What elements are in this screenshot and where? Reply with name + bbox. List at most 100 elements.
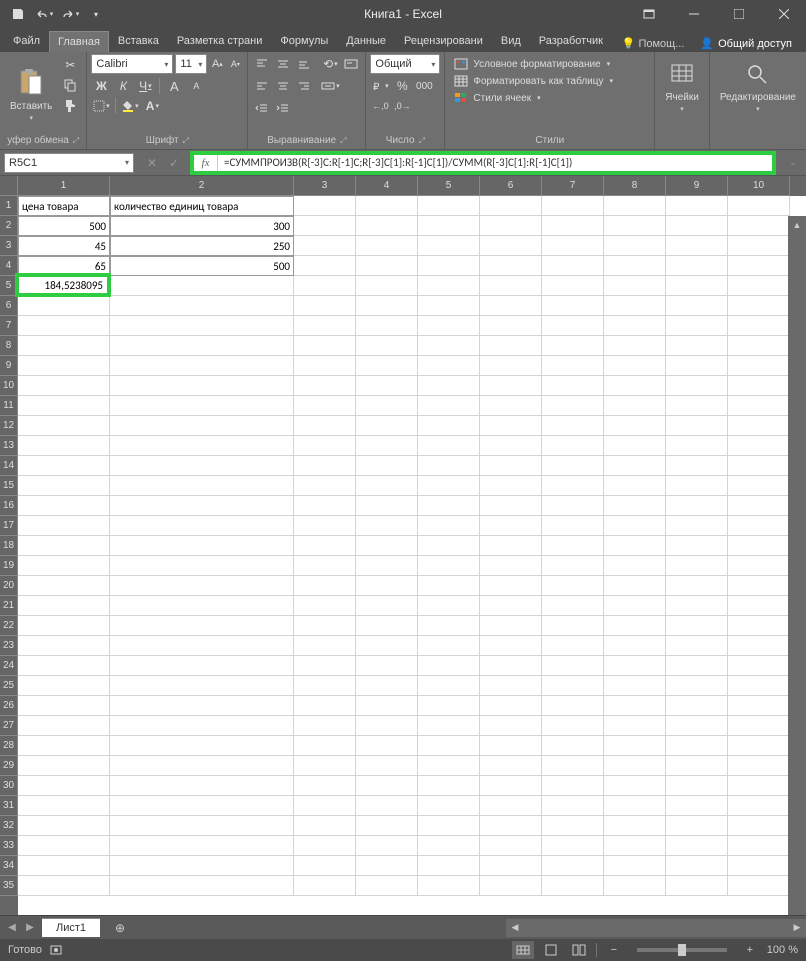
cell[interactable] [666,576,728,596]
cell[interactable] [110,676,294,696]
cell[interactable] [294,756,356,776]
add-sheet-button[interactable]: ⊕ [108,918,132,938]
cell-styles-button[interactable]: Стили ячеек▾ [451,90,648,106]
tab-home[interactable]: Главная [49,31,109,52]
cell[interactable] [18,576,110,596]
cell[interactable] [418,876,480,896]
cell[interactable] [666,716,728,736]
cell[interactable] [294,656,356,676]
cell[interactable] [110,476,294,496]
cell[interactable] [542,676,604,696]
cell[interactable] [666,736,728,756]
cell[interactable] [356,656,418,676]
horizontal-scrollbar[interactable]: ◀ ▶ [506,919,806,937]
merge-button[interactable]: ▾ [320,76,340,96]
cell[interactable] [110,776,294,796]
cell[interactable] [480,196,542,216]
expand-formula-bar[interactable]: ⌄ [784,154,802,172]
cell[interactable] [418,756,480,776]
cell[interactable] [728,556,790,576]
cell[interactable] [480,516,542,536]
cell[interactable] [604,376,666,396]
cell[interactable] [604,776,666,796]
cell[interactable] [356,276,418,296]
close-button[interactable] [761,0,806,28]
cell[interactable] [18,516,110,536]
cell[interactable] [294,456,356,476]
cell[interactable] [18,696,110,716]
cell[interactable] [542,536,604,556]
cell[interactable] [480,356,542,376]
cell[interactable] [18,296,110,316]
cell[interactable] [666,516,728,536]
align-right-button[interactable] [294,76,314,96]
cell[interactable] [728,416,790,436]
cell[interactable] [294,496,356,516]
row-header[interactable]: 11 [0,396,18,416]
row-header[interactable]: 22 [0,616,18,636]
cell[interactable] [666,436,728,456]
cell[interactable] [480,256,542,276]
cell[interactable] [604,536,666,556]
column-header[interactable]: 10 [728,176,790,196]
cell[interactable] [666,316,728,336]
cell[interactable] [480,696,542,716]
cell[interactable] [294,836,356,856]
cell[interactable] [604,436,666,456]
cell[interactable] [356,316,418,336]
cell[interactable] [356,696,418,716]
cell[interactable] [666,596,728,616]
cell[interactable] [604,676,666,696]
cell[interactable] [18,416,110,436]
row-header[interactable]: 25 [0,676,18,696]
cell[interactable] [110,376,294,396]
select-all-corner[interactable] [0,176,18,196]
formula-bar[interactable]: fx =СУММПРОИЗВ(R[-3]C:R[-1]C;R[-3]C[1]:R… [190,151,776,175]
cell[interactable] [18,676,110,696]
maximize-button[interactable] [716,0,761,28]
cell[interactable] [604,196,666,216]
align-left-button[interactable] [252,76,272,96]
cell[interactable] [728,816,790,836]
cell[interactable] [480,596,542,616]
cell[interactable] [604,456,666,476]
cell[interactable] [110,616,294,636]
cell[interactable] [418,316,480,336]
cell[interactable] [418,496,480,516]
cell[interactable] [110,456,294,476]
cell[interactable] [356,516,418,536]
cell[interactable] [480,816,542,836]
cell[interactable] [728,636,790,656]
cell[interactable] [666,396,728,416]
cell[interactable] [110,576,294,596]
cell[interactable] [294,696,356,716]
cell[interactable] [666,456,728,476]
cell[interactable] [418,836,480,856]
cells-button[interactable]: Ячейки ▾ [659,54,705,117]
format-painter-button[interactable] [60,96,80,114]
cell[interactable] [480,836,542,856]
cell[interactable] [480,476,542,496]
view-page-break-button[interactable] [568,941,590,959]
row-header[interactable]: 17 [0,516,18,536]
cell[interactable] [18,456,110,476]
cells-grid[interactable]: цена товараколичество единиц товара50030… [18,196,806,915]
cell[interactable] [294,516,356,536]
cell[interactable] [294,356,356,376]
cell[interactable] [18,496,110,516]
cell[interactable] [110,556,294,576]
cell[interactable] [294,256,356,276]
cell[interactable] [18,536,110,556]
macro-record-icon[interactable] [50,944,64,956]
cell[interactable] [604,496,666,516]
cell[interactable] [418,556,480,576]
row-header[interactable]: 34 [0,856,18,876]
cell[interactable] [542,556,604,576]
cell[interactable] [666,236,728,256]
cell[interactable] [294,856,356,876]
cell[interactable] [18,736,110,756]
fill-color-button[interactable]: ▾ [120,96,140,116]
column-header[interactable]: 7 [542,176,604,196]
cell[interactable] [666,196,728,216]
cell[interactable] [728,396,790,416]
